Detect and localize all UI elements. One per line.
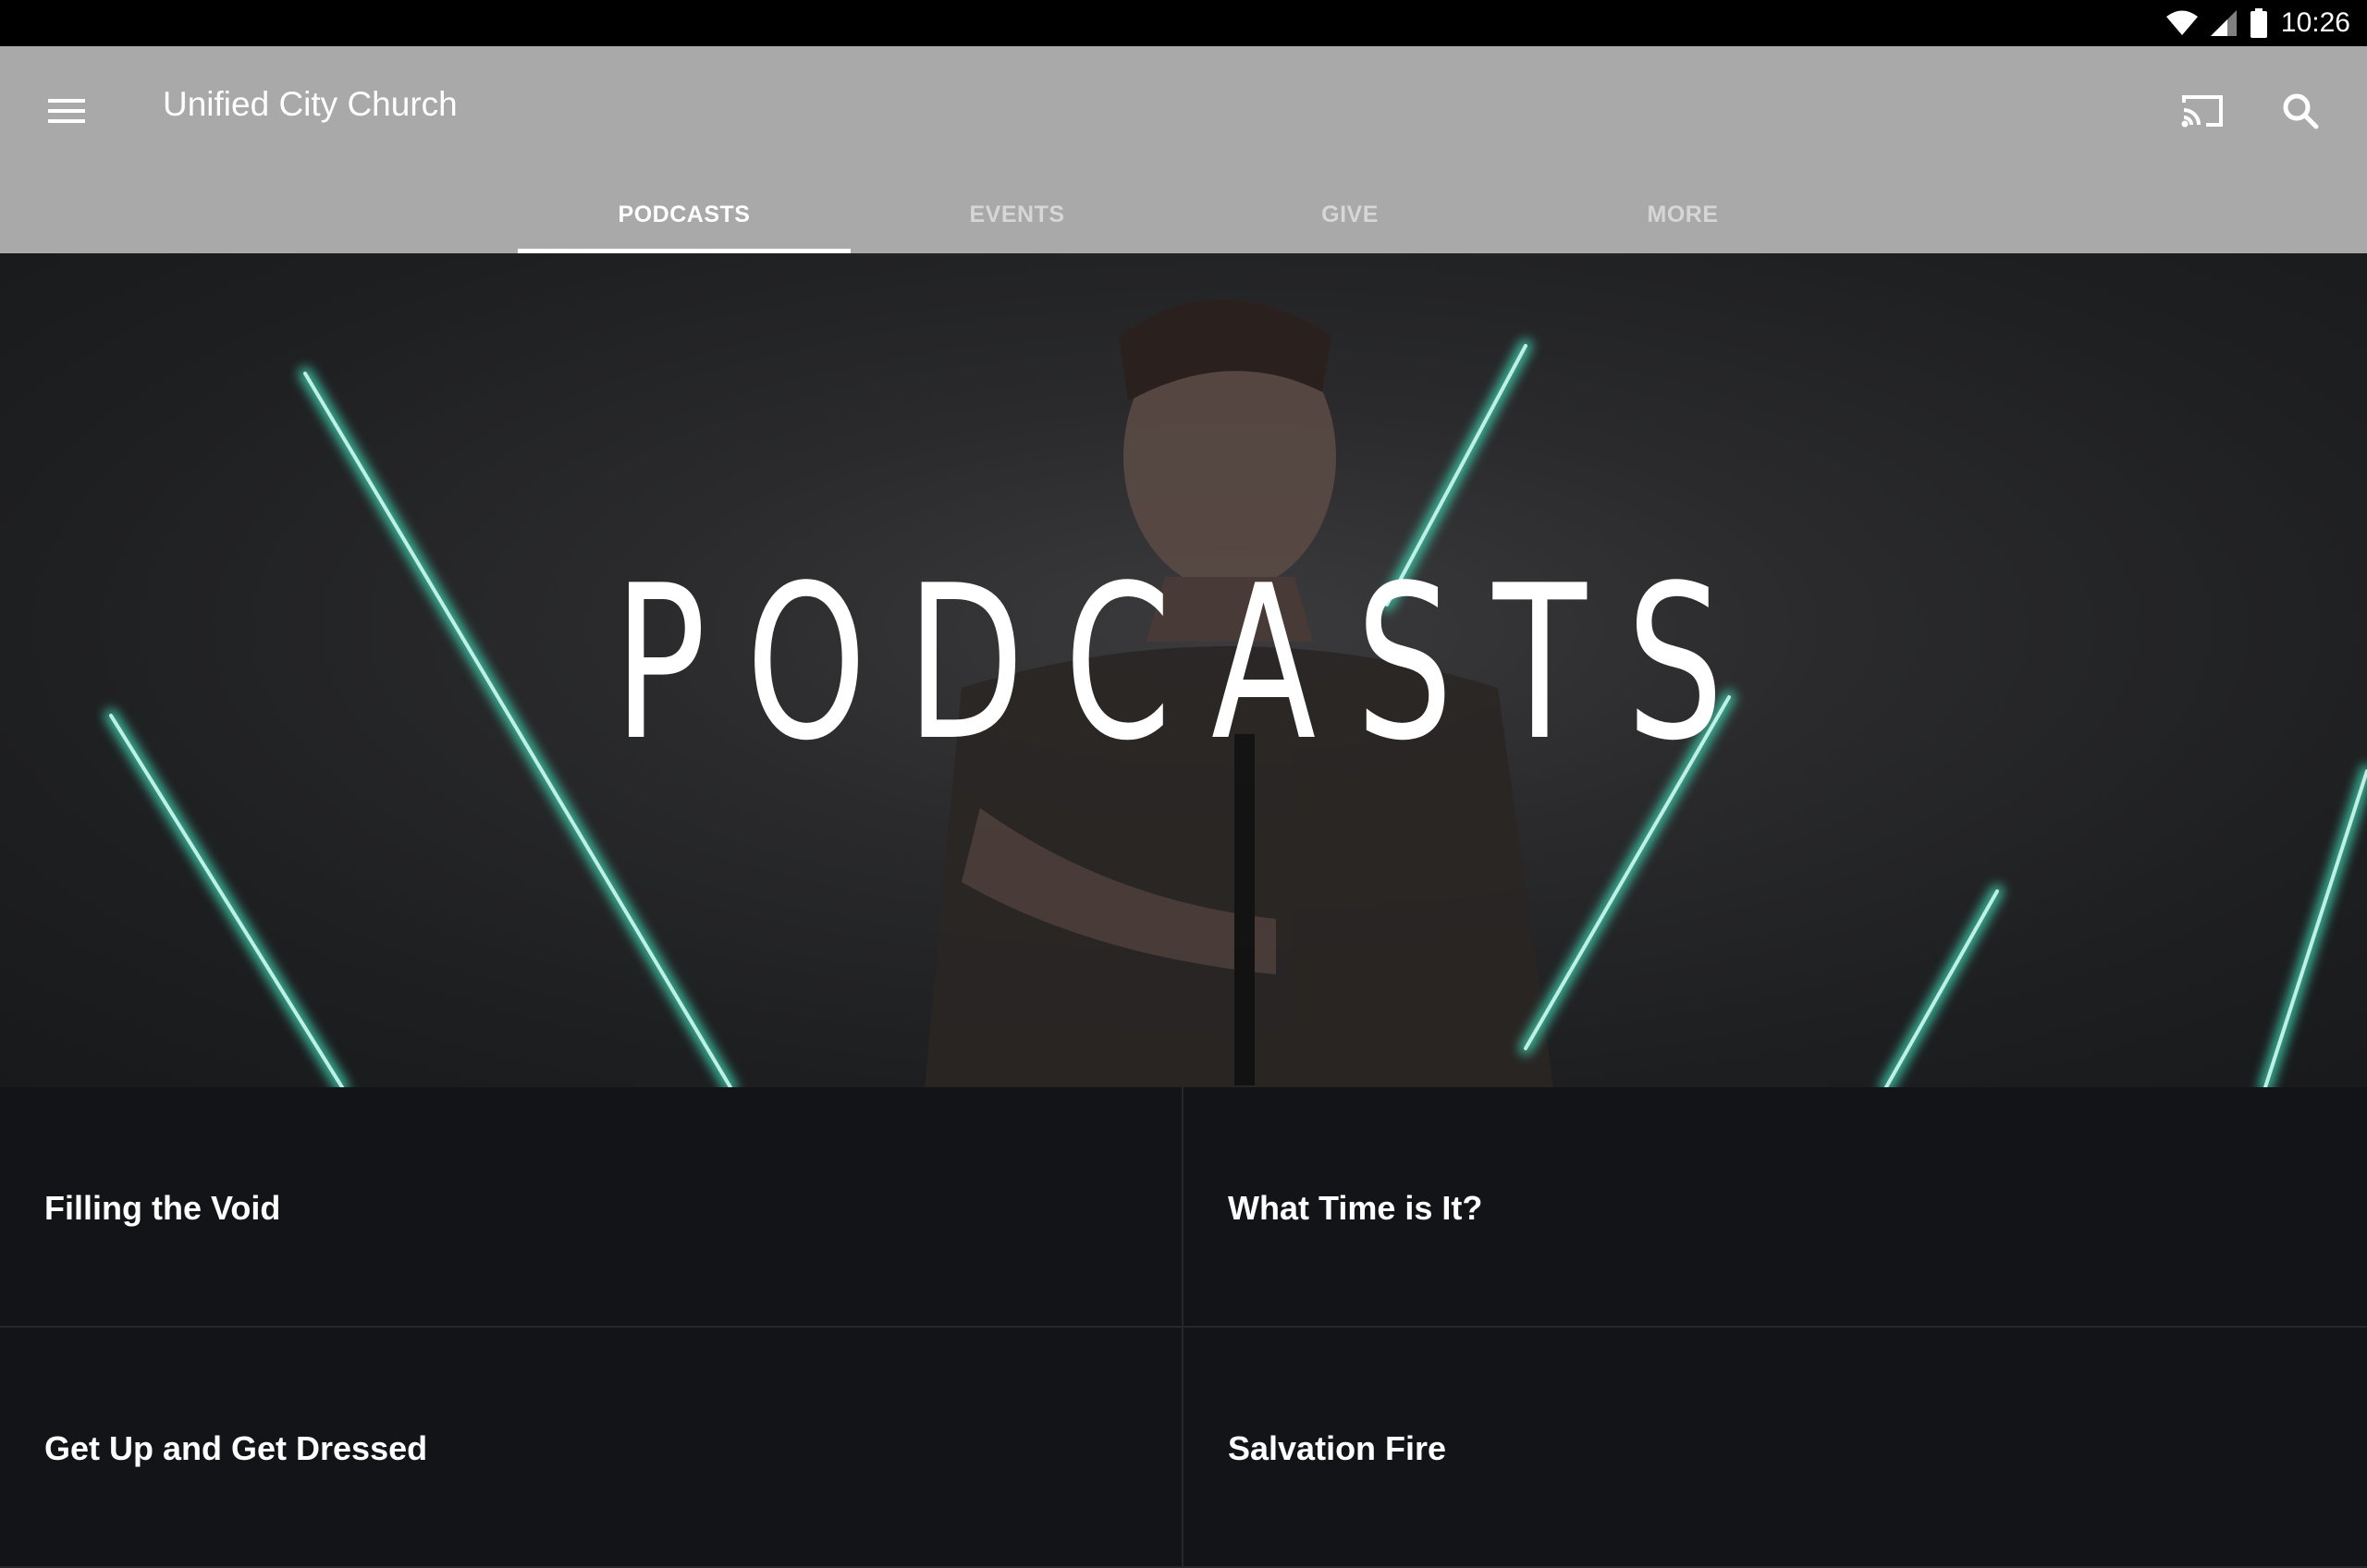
tab-podcasts[interactable]: PODCASTS xyxy=(518,176,851,253)
app-title: Unified City Church xyxy=(163,85,458,123)
menu-icon xyxy=(48,97,85,129)
tab-give[interactable]: GIVE xyxy=(1184,176,1516,253)
podcast-title: What Time is It? xyxy=(1228,1189,1483,1227)
app-bar: Unified City Church PODCASTS EVENTS GIVE… xyxy=(0,46,2367,253)
podcast-card[interactable]: Get Up and Get Dressed xyxy=(0,1328,1184,1568)
wifi-icon xyxy=(2165,10,2198,36)
podcast-title: Salvation Fire xyxy=(1228,1429,1447,1467)
podcast-title: Filling the Void xyxy=(44,1189,281,1227)
podcast-card[interactable]: What Time is It? xyxy=(1184,1087,2367,1328)
hero-title: PODCASTS xyxy=(613,541,1764,788)
signal-icon xyxy=(2210,10,2237,36)
cast-button[interactable] xyxy=(2169,80,2236,146)
cast-icon xyxy=(2180,93,2225,133)
podcast-card[interactable]: Filling the Void xyxy=(0,1087,1184,1328)
search-button[interactable] xyxy=(2267,80,2334,146)
tab-events[interactable]: EVENTS xyxy=(851,176,1184,253)
menu-button[interactable] xyxy=(33,80,100,146)
search-icon xyxy=(2282,92,2319,134)
hero-banner[interactable]: PODCASTS xyxy=(0,253,2367,1087)
battery-icon xyxy=(2250,8,2268,38)
clock-time: 10:26 xyxy=(2280,7,2350,38)
status-bar: 10:26 xyxy=(0,0,2367,46)
tab-bar: PODCASTS EVENTS GIVE MORE xyxy=(518,176,1849,253)
podcast-title: Get Up and Get Dressed xyxy=(44,1429,428,1467)
podcast-card[interactable]: Salvation Fire xyxy=(1184,1328,2367,1568)
podcast-grid: Filling the Void What Time is It? Get Up… xyxy=(0,1087,2367,1568)
tab-more[interactable]: MORE xyxy=(1516,176,1849,253)
